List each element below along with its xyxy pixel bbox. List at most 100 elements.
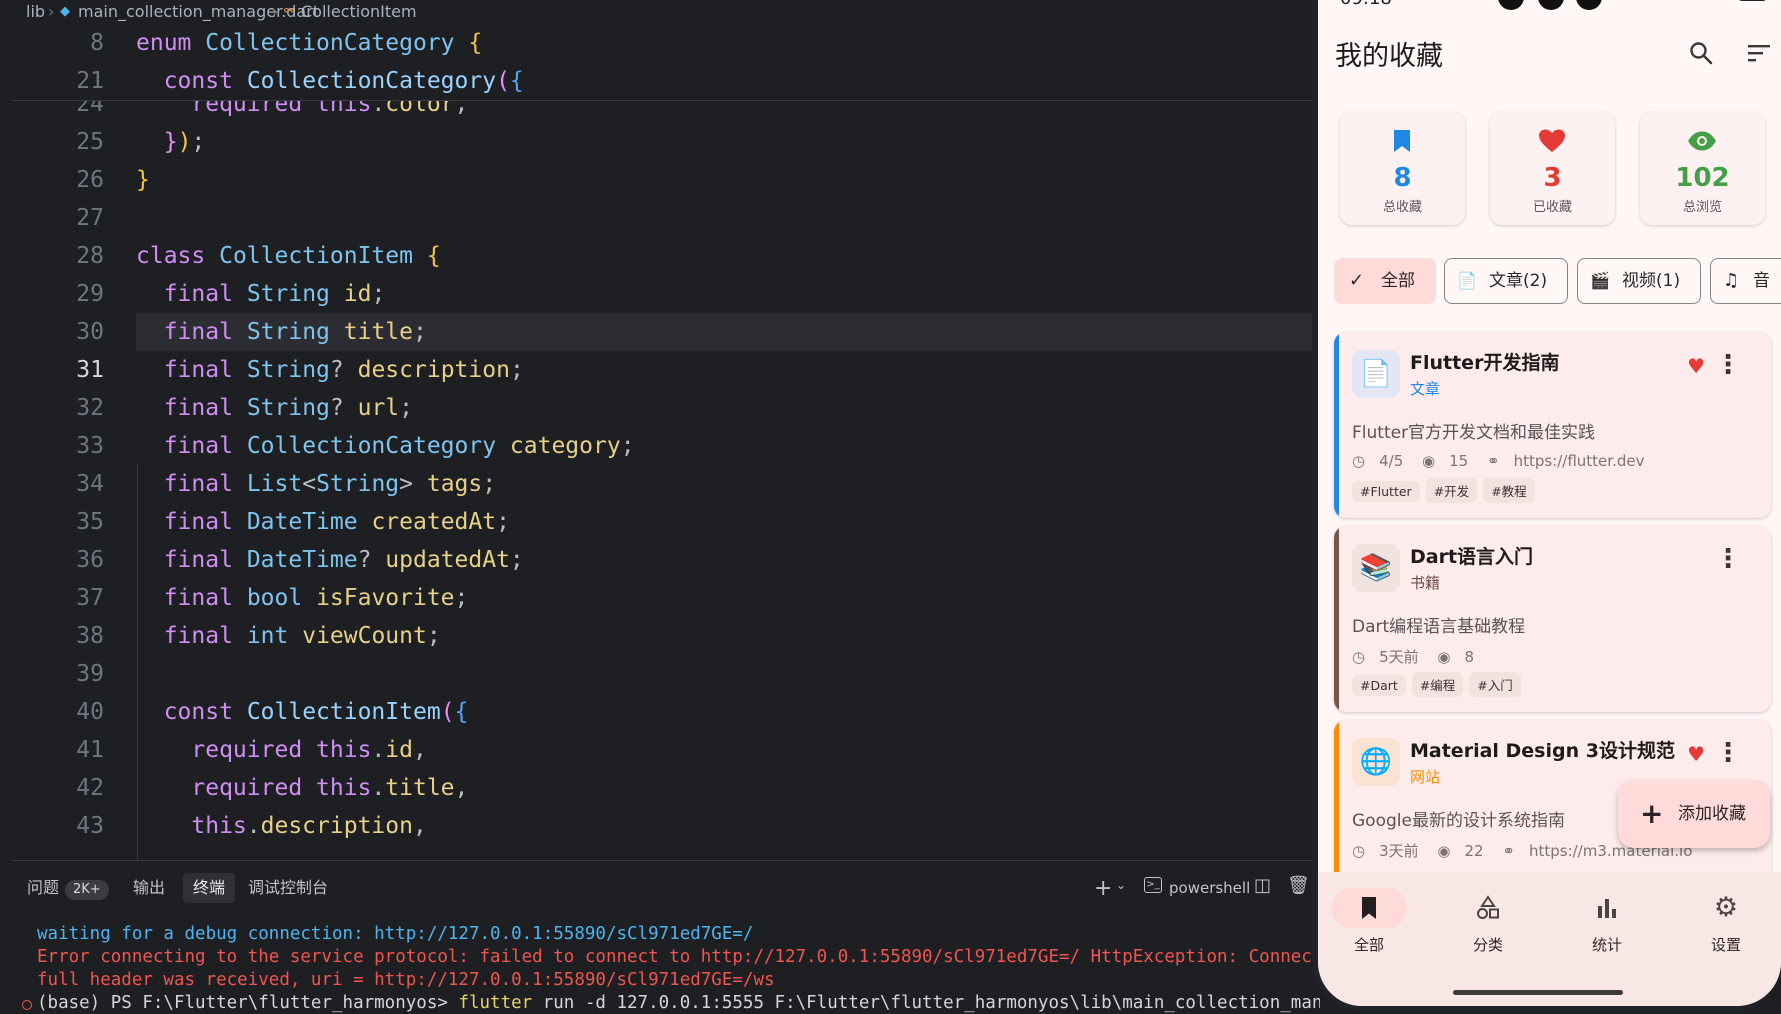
item-title: Material Design 3设计规范: [1410, 740, 1675, 762]
class-symbol-icon: ⚯: [284, 4, 295, 19]
clock-icon: ◷: [1352, 842, 1366, 860]
item-views: 15: [1449, 452, 1469, 470]
tag-list: #Flutter #开发 #教程: [1352, 478, 1541, 503]
tab-terminal[interactable]: 终端: [183, 873, 236, 903]
filter-chip-audio[interactable]: ♫ 音: [1710, 258, 1781, 304]
code-line: final String? url;: [163, 395, 414, 421]
new-terminal-icon[interactable]: +: [1094, 876, 1112, 901]
tab-problems[interactable]: 问题 2K+: [27, 873, 109, 903]
tag[interactable]: #Flutter: [1352, 481, 1420, 502]
item-url[interactable]: https://flutter.dev: [1514, 452, 1645, 470]
tab-problems-label: 问题: [27, 878, 60, 897]
line-number: 26: [76, 167, 104, 193]
document-icon: 📄: [1457, 271, 1477, 290]
sticky-scroll-line[interactable]: 21 const CollectionCategory({: [12, 62, 1320, 100]
breadcrumb-symbol[interactable]: CollectionItem: [301, 0, 417, 24]
code-line: required this.title,: [191, 775, 469, 801]
tag[interactable]: #入门: [1469, 672, 1521, 697]
prompt-args: run -d 127.0.0.1:5555 F:\Flutter\flutter…: [542, 993, 1320, 1013]
nav-item-settings[interactable]: ⚙ 设置: [1686, 888, 1766, 955]
stat-label: 总浏览: [1682, 200, 1722, 215]
item-time: 4/5: [1379, 452, 1404, 470]
code-line: enum CollectionCategory {: [136, 30, 483, 56]
gear-icon: ⚙: [1713, 892, 1739, 923]
tag[interactable]: #编程: [1411, 672, 1464, 697]
stat-label: 总收藏: [1382, 200, 1422, 215]
favorite-heart-icon[interactable]: ♥: [1687, 354, 1705, 378]
collection-item-card[interactable]: 📚 Dart语言入门 书籍 ⋮ Dart编程语言基础教程 ◷ 5天前 ◉ 8 #Da…: [1334, 526, 1771, 712]
shell-label[interactable]: powershell: [1169, 873, 1250, 903]
line-number: 36: [76, 547, 104, 573]
item-time: 3天前: [1379, 842, 1419, 860]
nav-item-stats[interactable]: 统计: [1567, 888, 1647, 955]
terminal-prompt[interactable]: (base) PS F:\Flutter\flutter_harmonyos> …: [37, 992, 1320, 1014]
line-number: 42: [76, 775, 104, 801]
sticky-scroll-line[interactable]: 8 enum CollectionCategory {: [12, 24, 1320, 62]
tab-debug-console[interactable]: 调试控制台: [248, 873, 328, 903]
clapperboard-icon: 🎬: [1590, 271, 1610, 290]
nav-label: 全部: [1353, 936, 1384, 954]
eye-icon: ◉: [1422, 452, 1436, 470]
check-icon: ✓: [1349, 270, 1365, 291]
status-app-icon: [1576, 0, 1602, 10]
code-line-current: final String? description;: [163, 357, 524, 383]
line-number: 29: [76, 281, 104, 307]
chevron-down-icon[interactable]: ⌄: [1116, 878, 1126, 892]
eye-icon: [1688, 131, 1716, 151]
category-color-bar: [1334, 526, 1339, 712]
tab-output[interactable]: 输出: [133, 873, 165, 903]
code-editor: lib › ◆ main_collection_manager.dart › ⚯…: [0, 0, 1320, 1014]
code-line: }: [136, 167, 150, 193]
filter-chip-article[interactable]: 📄 文章(2): [1444, 258, 1568, 304]
nav-item-all[interactable]: 全部: [1329, 888, 1409, 955]
more-vert-icon[interactable]: ⋮: [1715, 546, 1741, 572]
sort-icon[interactable]: [1746, 42, 1772, 64]
line-number: 30: [76, 319, 104, 345]
line-number: 28: [76, 243, 104, 269]
code-area[interactable]: 24 25 26 27 28 29 30 31 32 33 34 35 36 3…: [12, 24, 1320, 860]
tag[interactable]: #开发: [1425, 478, 1478, 503]
add-collection-button[interactable]: + 添加收藏: [1618, 780, 1770, 848]
line-number: 43: [76, 813, 104, 839]
dart-file-icon: ◆: [60, 4, 70, 19]
collection-item-card[interactable]: 📄 Flutter开发指南 文章 ♥ ⋮ Flutter官方开发文档和最佳实践 …: [1334, 332, 1771, 518]
code-line: required this.id,: [191, 737, 427, 763]
filter-chip-label: 文章(2): [1489, 271, 1548, 291]
breadcrumb: lib › ◆ main_collection_manager.dart › ⚯…: [0, 0, 1320, 24]
tag[interactable]: #Dart: [1352, 675, 1406, 696]
code-line: final CollectionCategory category;: [163, 433, 635, 459]
eye-icon: ◉: [1437, 648, 1451, 666]
sticky-scroll-divider: [12, 100, 1320, 101]
breadcrumb-folder[interactable]: lib: [26, 0, 45, 24]
item-views: 8: [1464, 648, 1475, 666]
bottom-panel: 问题 2K+ 输出 终端 调试控制台 + ⌄ >_ powershell ◫ 🗑 …: [12, 860, 1320, 1014]
line-number: 32: [76, 395, 104, 421]
item-category: 网站: [1410, 768, 1441, 786]
shapes-icon: [1450, 888, 1526, 928]
nav-item-category[interactable]: 分类: [1448, 888, 1528, 955]
category-color-bar: [1334, 332, 1339, 518]
line-number: 33: [76, 433, 104, 459]
status-bar: 09:18 ☾ ≋ ◈ ıll 100: [1318, 0, 1781, 10]
code-line: });: [163, 129, 206, 155]
item-views: 22: [1464, 842, 1484, 860]
more-vert-icon[interactable]: ⋮: [1715, 352, 1741, 378]
filter-chip-video[interactable]: 🎬 视频(1): [1577, 258, 1701, 304]
item-time: 5天前: [1379, 648, 1419, 666]
item-title: Flutter开发指南: [1410, 352, 1560, 374]
search-icon[interactable]: [1688, 40, 1714, 66]
filter-chip-all[interactable]: ✓ 全部: [1334, 258, 1436, 304]
breadcrumb-file[interactable]: main_collection_manager.dart: [78, 0, 319, 24]
status-app-icon: [1538, 0, 1564, 10]
trash-icon[interactable]: 🗑: [1287, 875, 1310, 896]
tag[interactable]: #教程: [1483, 478, 1535, 503]
more-vert-icon[interactable]: ⋮: [1715, 740, 1741, 766]
stat-value: 8: [1393, 163, 1412, 193]
heart-icon: [1539, 129, 1565, 152]
stat-card-views: 102 总浏览: [1640, 112, 1765, 225]
favorite-heart-icon[interactable]: ♥: [1687, 742, 1705, 766]
split-terminal-icon[interactable]: ◫: [1254, 875, 1271, 896]
line-number: 41: [76, 737, 104, 763]
filter-chip-label: 视频(1): [1622, 271, 1681, 291]
music-note-icon: ♫: [1723, 270, 1740, 291]
